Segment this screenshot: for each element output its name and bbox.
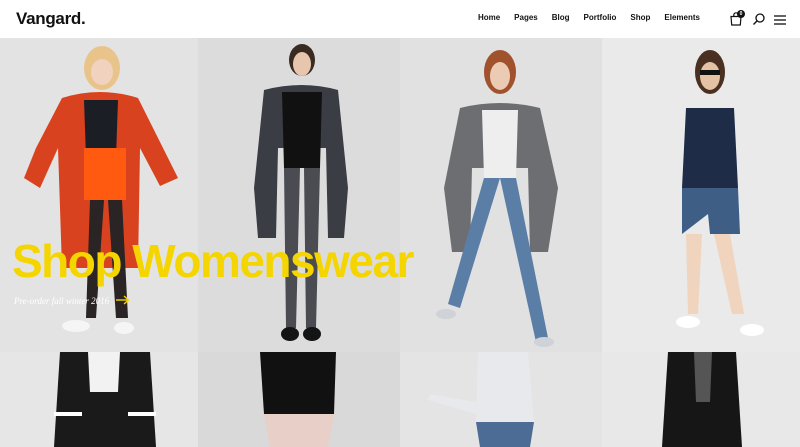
search-icon[interactable] — [752, 12, 766, 26]
model-photo-light-pants — [260, 352, 336, 447]
model-photo-patterned-top — [676, 50, 764, 336]
nav-item-elements[interactable]: Elements — [664, 13, 700, 22]
model-photo-bomber — [54, 352, 156, 447]
main-nav: Home Pages Blog Portfolio Shop Elements — [464, 13, 700, 22]
hero-title: Shop Womenswear — [12, 235, 414, 287]
cart-count-badge: 0 — [737, 10, 745, 18]
model-photo-grey-cardigan — [436, 50, 558, 347]
site-header: Vangard. Home Pages Blog Portfolio Shop … — [0, 0, 800, 38]
product-tile-camo-jacket[interactable] — [198, 38, 400, 352]
arrow-right-icon[interactable] — [116, 295, 130, 305]
nav-item-blog[interactable]: Blog — [552, 13, 570, 22]
product-tile-grey-cardigan[interactable] — [400, 38, 602, 352]
model-photo-quilted-jacket — [662, 352, 742, 447]
nav-item-pages[interactable]: Pages — [514, 13, 538, 22]
model-photo-camo-jacket — [254, 44, 348, 341]
brand-logo[interactable]: Vangard. — [16, 9, 86, 29]
nav-item-portfolio[interactable]: Portfolio — [584, 13, 617, 22]
product-tile-bomber[interactable] — [0, 352, 198, 447]
product-tile-quilted-jacket[interactable] — [602, 352, 800, 447]
model-photo-slogan-sweatshirt — [428, 352, 534, 447]
nav-item-home[interactable]: Home — [478, 13, 500, 22]
product-tile-patterned-top[interactable] — [602, 38, 800, 352]
hero-subtitle[interactable]: Pre-order fall winter 2016 — [14, 296, 109, 306]
nav-item-shop[interactable]: Shop — [630, 13, 650, 22]
product-tile-slogan-sweatshirt[interactable] — [400, 352, 602, 447]
hamburger-menu-icon[interactable] — [773, 14, 787, 26]
product-tile-light-pants[interactable] — [198, 352, 400, 447]
